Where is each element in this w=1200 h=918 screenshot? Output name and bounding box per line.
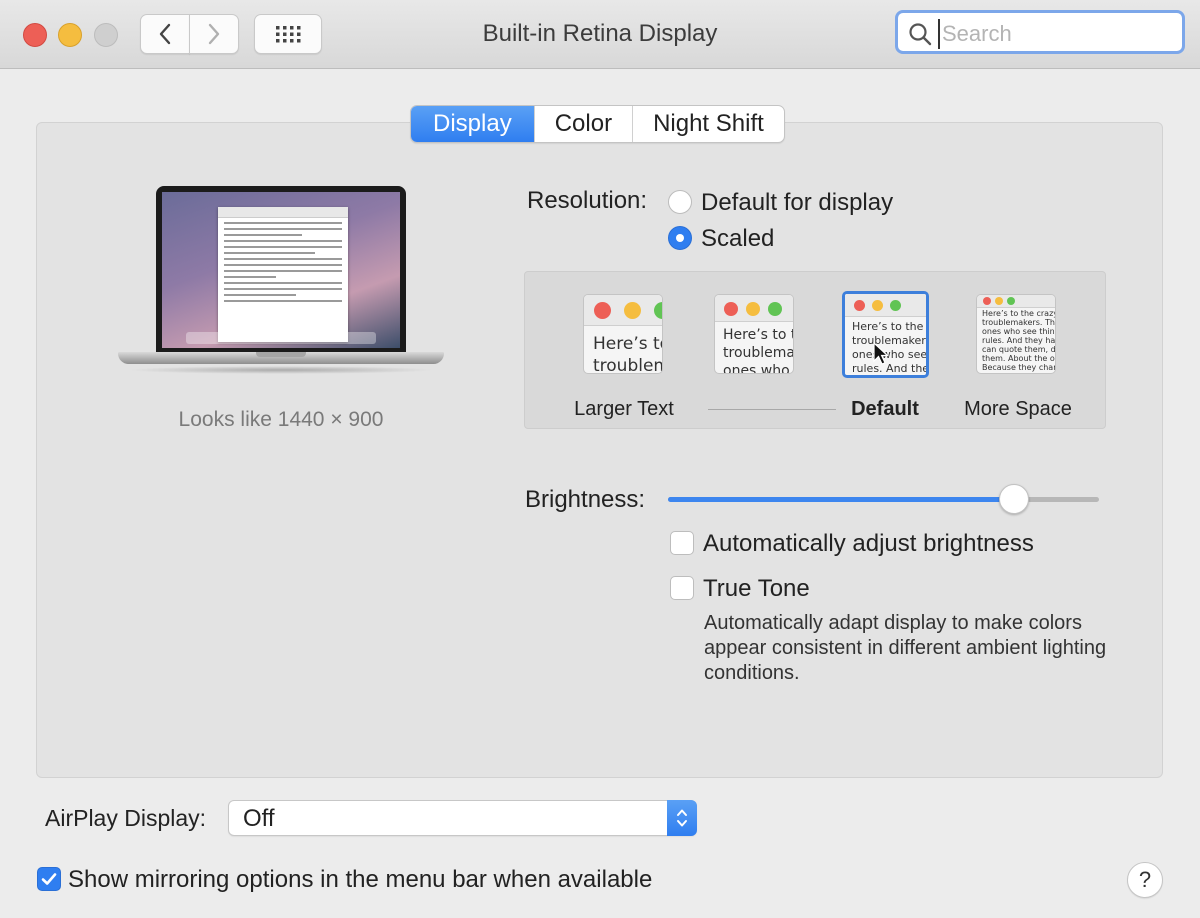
brightness-label: Brightness: (525, 486, 646, 513)
red-dot-icon (724, 302, 738, 316)
yellow-dot-icon (746, 302, 760, 316)
true-tone-description: Automatically adapt display to make colo… (704, 612, 1107, 684)
auto-brightness-label[interactable]: Automatically adjust brightness (703, 530, 1034, 558)
yellow-dot-icon (872, 300, 883, 311)
yellow-dot-icon (624, 302, 641, 319)
laptop-preview-image (118, 186, 444, 386)
radio-default-for-display-label[interactable]: Default for display (701, 189, 893, 217)
search-field[interactable] (895, 10, 1185, 54)
green-dot-icon (654, 302, 662, 319)
tab-color[interactable]: Color (533, 106, 632, 142)
scale-divider-line (708, 409, 836, 410)
search-icon (909, 23, 932, 46)
auto-brightness-checkbox[interactable] (670, 531, 694, 555)
resolution-label: Resolution: (527, 187, 648, 214)
scale-option-default[interactable]: Here’s to the cr troublemakers. ones who… (842, 291, 929, 378)
true-tone-checkbox[interactable] (670, 576, 694, 600)
airplay-display-label: AirPlay Display: (45, 805, 207, 831)
tab-night-shift[interactable]: Night Shift (632, 106, 784, 142)
radio-default-for-display[interactable] (668, 190, 692, 214)
red-dot-icon (594, 302, 611, 319)
radio-scaled-label[interactable]: Scaled (701, 225, 774, 253)
true-tone-label[interactable]: True Tone (703, 575, 810, 603)
red-dot-icon (983, 297, 991, 305)
mouse-pointer-icon (873, 342, 889, 365)
brightness-slider[interactable] (668, 484, 1099, 514)
yellow-dot-icon (995, 297, 1003, 305)
scale-option-larger-text[interactable]: Here’s to troublem (583, 294, 663, 374)
up-down-arrows-icon (667, 800, 697, 836)
radio-scaled[interactable] (668, 226, 692, 250)
scale-label-more-space: More Space (964, 398, 1072, 420)
brightness-slider-knob[interactable] (998, 484, 1029, 514)
scale-label-larger-text: Larger Text (574, 398, 674, 420)
brightness-slider-fill (668, 497, 1013, 502)
green-dot-icon (1007, 297, 1015, 305)
show-mirroring-checkbox[interactable] (37, 867, 61, 891)
green-dot-icon (768, 302, 782, 316)
red-dot-icon (854, 300, 865, 311)
title-bar: Built-in Retina Display (0, 0, 1200, 69)
scale-label-default: Default (851, 398, 919, 420)
tab-bar: Display Color Night Shift (410, 105, 785, 143)
tab-display[interactable]: Display (411, 106, 534, 142)
resolution-looks-like-text: Looks like 1440 × 900 (178, 408, 384, 431)
show-mirroring-label[interactable]: Show mirroring options in the menu bar w… (68, 866, 652, 894)
help-button[interactable]: ? (1127, 862, 1163, 898)
checkmark-icon (41, 873, 57, 885)
green-dot-icon (890, 300, 901, 311)
airplay-display-select[interactable]: Off (228, 800, 697, 836)
airplay-display-value: Off (243, 805, 275, 832)
scale-option-more-space[interactable]: Here’s to the crazy one troublemakers. T… (976, 294, 1056, 374)
scale-option-2[interactable]: Here’s to t troublema ones who (714, 294, 794, 374)
search-input[interactable] (938, 19, 1174, 49)
